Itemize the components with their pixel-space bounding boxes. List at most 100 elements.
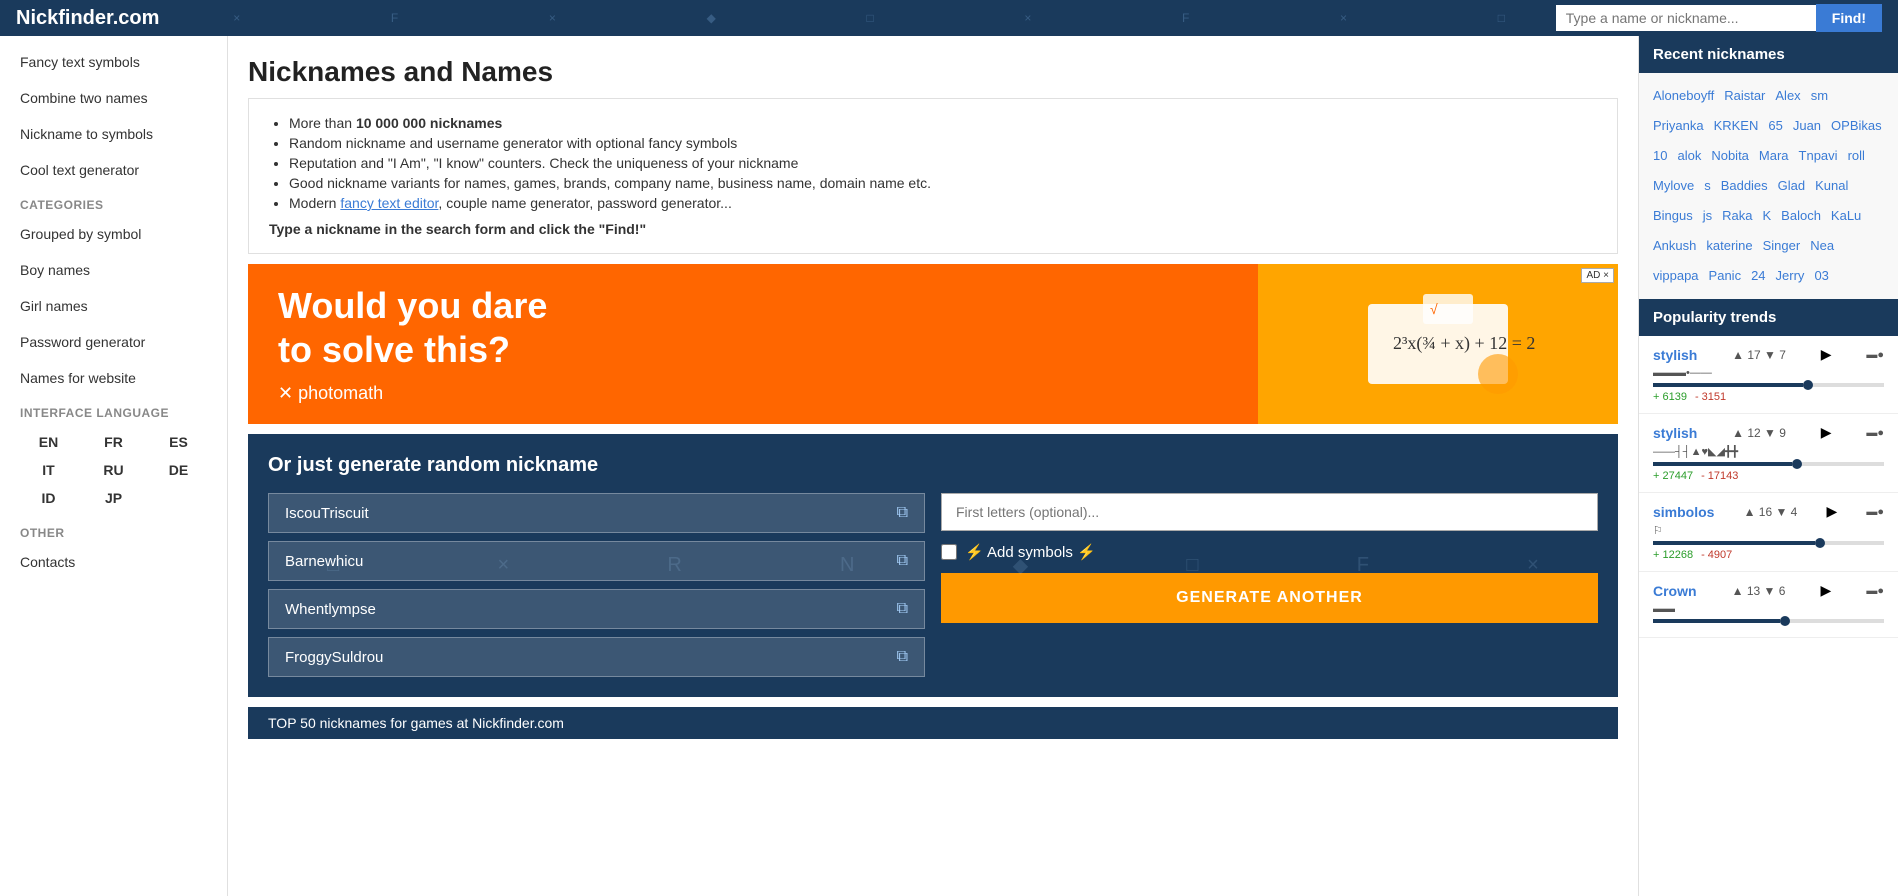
ad-close-badge[interactable]: AD × [1581,268,1614,283]
sidebar-item-contacts[interactable]: Contacts [0,544,227,580]
recent-name-item[interactable]: Glad [1778,173,1805,199]
trend-bar-icon: ▬● [1866,427,1884,439]
generate-button[interactable]: GENERATE ANOTHER [941,573,1598,623]
recent-name-item[interactable]: js [1703,203,1712,229]
search-input[interactable] [1556,5,1816,31]
lang-jp[interactable]: JP [81,484,146,512]
nickname-item-2[interactable]: Whentlympse ⧉ [268,589,925,629]
recent-name-item[interactable]: K [1763,203,1772,229]
recent-name-item[interactable]: katerine [1706,233,1752,259]
recent-name-item[interactable]: roll [1848,143,1865,169]
recent-name-item[interactable]: sm [1811,83,1828,109]
recent-name-item[interactable]: Baloch [1781,203,1821,229]
play-icon[interactable]: ▶ [1820,582,1831,599]
count-up: + 12268 [1653,549,1693,561]
add-symbols-row: ⚡ Add symbols ⚡ [941,543,1598,561]
recent-name-item[interactable]: Singer [1763,233,1801,259]
play-icon[interactable]: ▶ [1826,503,1837,520]
trend-header: stylish ▲ 12 ▼ 9 ▶ ▬● [1653,424,1884,441]
play-icon[interactable]: ▶ [1821,424,1832,441]
recent-name-item[interactable]: Bingus [1653,203,1693,229]
language-grid: EN FR ES IT RU DE ID JP [0,424,227,516]
trend-name[interactable]: stylish [1653,347,1697,363]
nickname-text-0: IscouTriscuit [285,505,369,522]
sidebar-item-cool-text[interactable]: Cool text generator [0,152,227,188]
recent-name-item[interactable]: Baddies [1721,173,1768,199]
add-symbols-checkbox[interactable] [941,544,957,560]
nickname-text-2: Whentlympse [285,601,376,618]
sidebar-item-boy-names[interactable]: Boy names [0,252,227,288]
recent-name-item[interactable]: Raka [1722,203,1752,229]
trend-arrows: ▲ 16 ▼ 4 [1744,505,1798,519]
copy-icon-3[interactable]: ⧉ [897,648,908,666]
sidebar-item-password-gen[interactable]: Password generator [0,324,227,360]
recent-name-item[interactable]: Alex [1775,83,1800,109]
recent-name-item[interactable]: Jerry [1776,263,1805,289]
lang-es[interactable]: ES [146,428,211,456]
recent-name-item[interactable]: KaLu [1831,203,1861,229]
trend-bar-icon: ▬● [1866,585,1884,597]
recent-name-item[interactable]: Ankush [1653,233,1696,259]
recent-name-item[interactable]: Nobita [1711,143,1749,169]
nickname-text-3: FroggySuldrou [285,649,383,666]
right-panel: Recent nicknames AloneboyffRaistarAlexsm… [1638,36,1898,896]
feature-item-4: Good nickname variants for names, games,… [289,175,1597,191]
trend-preview: ⚐ [1653,524,1884,537]
generate-layout: IscouTriscuit ⧉ Barnewhicu ⧉ Whentlympse… [268,493,1598,677]
recent-name-item[interactable]: 65 [1768,113,1782,139]
nickname-item-3[interactable]: FroggySuldrou ⧉ [268,637,925,677]
trend-preview: ▬▬ [1653,603,1884,615]
sidebar-item-nickname-symbols[interactable]: Nickname to symbols [0,116,227,152]
recent-name-item[interactable]: vippapa [1653,263,1699,289]
play-icon[interactable]: ▶ [1821,346,1832,363]
lang-id[interactable]: ID [16,484,81,512]
sidebar-item-girl-names[interactable]: Girl names [0,288,227,324]
lang-it[interactable]: IT [16,456,81,484]
nickname-item-0[interactable]: IscouTriscuit ⧉ [268,493,925,533]
recent-name-item[interactable]: KRKEN [1714,113,1759,139]
fancy-text-link[interactable]: fancy text editor [340,195,438,211]
recent-name-item[interactable]: Raistar [1724,83,1765,109]
trend-item: simbolos ▲ 16 ▼ 4 ▶ ▬● ⚐ + 12268 - 4907 [1639,493,1898,572]
sidebar-item-names-website[interactable]: Names for website [0,360,227,396]
recent-name-item[interactable]: Nea [1810,233,1834,259]
recent-name-item[interactable]: Kunal [1815,173,1848,199]
trend-preview: ▬▬▬•—— [1653,367,1884,379]
copy-icon-1[interactable]: ⧉ [897,552,908,570]
trend-name[interactable]: Crown [1653,583,1697,599]
recent-name-item[interactable]: 10 [1653,143,1667,169]
copy-icon-2[interactable]: ⧉ [897,600,908,618]
first-letters-input[interactable] [941,493,1598,531]
recent-name-item[interactable]: Priyanka [1653,113,1704,139]
recent-name-item[interactable]: Tnpavi [1799,143,1838,169]
feature-item-3: Reputation and "I Am", "I know" counters… [289,155,1597,171]
sidebar-item-grouped-symbol[interactable]: Grouped by symbol [0,216,227,252]
lang-ru[interactable]: RU [81,456,146,484]
recent-name-item[interactable]: s [1704,173,1711,199]
trend-counts: + 12268 - 4907 [1653,549,1884,561]
recent-name-item[interactable]: Panic [1709,263,1742,289]
nickname-item-1[interactable]: Barnewhicu ⧉ [268,541,925,581]
recent-name-item[interactable]: alok [1677,143,1701,169]
recent-name-item[interactable]: Mara [1759,143,1789,169]
trend-name[interactable]: stylish [1653,425,1697,441]
recent-name-item[interactable]: 24 [1751,263,1765,289]
lang-fr[interactable]: FR [81,428,146,456]
recent-name-item[interactable]: 03 [1814,263,1828,289]
trend-arrows: ▲ 17 ▼ 7 [1732,348,1786,362]
find-button[interactable]: Find! [1816,4,1882,32]
sidebar: Fancy text symbols Combine two names Nic… [0,36,228,896]
recent-name-item[interactable]: Mylove [1653,173,1694,199]
recent-name-item[interactable]: Aloneboyff [1653,83,1714,109]
trend-name[interactable]: simbolos [1653,504,1714,520]
recent-name-item[interactable]: Juan [1793,113,1821,139]
copy-icon-0[interactable]: ⧉ [897,504,908,522]
trend-bar-icon: ▬● [1866,349,1884,361]
lang-en[interactable]: EN [16,428,81,456]
recent-name-item[interactable]: OPBikas [1831,113,1882,139]
trend-item: stylish ▲ 12 ▼ 9 ▶ ▬● ——┤┤▲♥◣◢╋╋ + 27447… [1639,414,1898,493]
sidebar-item-combine-names[interactable]: Combine two names [0,80,227,116]
lang-de[interactable]: DE [146,456,211,484]
sidebar-item-fancy-text[interactable]: Fancy text symbols [0,44,227,80]
site-logo[interactable]: Nickfinder.com [16,7,159,30]
